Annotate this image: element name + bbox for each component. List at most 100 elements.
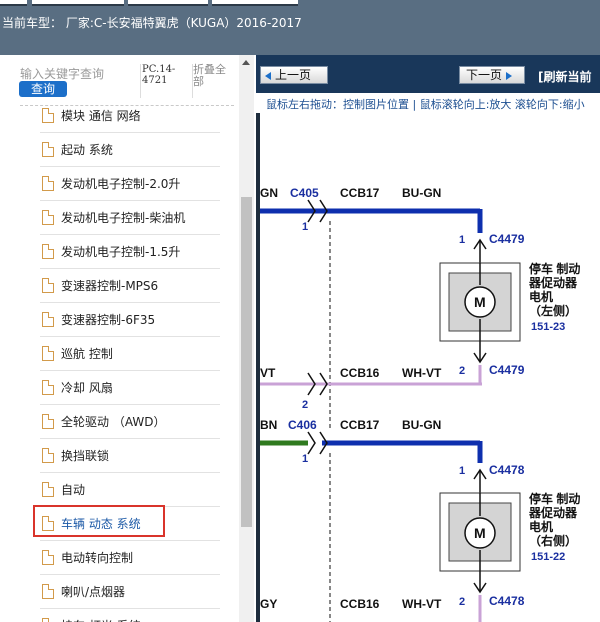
pin-number: 1	[459, 234, 465, 246]
component-title: 器促动器	[528, 505, 578, 520]
top-bar: 当前车型： 厂家:C-长安福特翼虎（KUGA）2016-2017	[0, 0, 600, 55]
hint-bar: 鼠标左右拖动：控制图片位置 | 鼠标滚轮向上:放大 滚轮向下:缩小	[256, 93, 600, 113]
wire-color: BU-GN	[402, 418, 441, 432]
top-tab-4[interactable]	[212, 0, 298, 6]
next-page-label: 下一页	[466, 68, 503, 82]
wire-color: BU-GN	[402, 186, 441, 200]
tree-item[interactable]: 车辆 动态 系统	[33, 505, 220, 541]
search-input[interactable]	[20, 66, 138, 82]
pc-code-label: PC.14-4721	[140, 64, 190, 98]
arrow-left-icon	[265, 71, 271, 80]
current-car-model: 当前车型： 厂家:C-长安福特翼虎（KUGA）2016-2017	[2, 16, 302, 30]
tree-item[interactable]: 变速器控制-MPS6	[40, 269, 220, 303]
tree-item[interactable]: 电动转向控制	[40, 541, 220, 575]
left-panel: 查询 PC.14-4721 折叠全部 模块 通信 网络起动 系统发动机电子控制-…	[0, 55, 256, 622]
document-icon	[42, 108, 54, 123]
connector-id: C4479	[489, 232, 525, 246]
tree-item[interactable]: 冷却 风扇	[40, 371, 220, 405]
tree-item[interactable]: 变速器控制-6F35	[40, 303, 220, 337]
tree-item-label: 换挡联锁	[61, 449, 110, 463]
tree-item[interactable]: 模块 通信 网络	[40, 99, 220, 133]
wire-color: WH-VT	[402, 366, 442, 380]
connector-id: C4478	[489, 594, 525, 608]
top-tab-3[interactable]	[128, 0, 208, 6]
document-icon	[42, 448, 54, 463]
top-tab-1[interactable]	[0, 0, 27, 6]
circuit-id: CCB17	[340, 418, 380, 432]
query-button[interactable]: 查询	[19, 81, 67, 97]
top-tab-strip	[0, 0, 300, 8]
arrow-up-icon[interactable]	[242, 60, 250, 65]
pin-number: 2	[302, 399, 308, 411]
component-title: 器促动器	[528, 275, 578, 290]
mouse-hint: 鼠标左右拖动：控制图片位置 | 鼠标滚轮向上:放大 滚轮向下:缩小	[266, 98, 585, 111]
next-page-button[interactable]: 下一页	[459, 66, 525, 84]
tree-item[interactable]: 自动	[40, 473, 220, 507]
tree-item[interactable]: 挂车 灯光 系统	[40, 609, 220, 622]
wire-color: GY	[260, 597, 277, 611]
tree-item-label: 全轮驱动 （AWD）	[61, 415, 166, 429]
circuit-id: CCB16	[340, 366, 380, 380]
motor-label: M	[474, 294, 486, 310]
document-icon	[42, 380, 54, 395]
document-icon	[42, 414, 54, 429]
document-icon	[42, 244, 54, 259]
diagram-viewer: 上一页 下一页 [刷新当前 鼠标左右拖动：控制图片位置 | 鼠标滚轮向上:放大 …	[256, 55, 600, 622]
connector-id: C4478	[489, 463, 525, 477]
wire-color: VT	[260, 366, 276, 380]
document-icon	[42, 312, 54, 327]
tree-item-label: 起动 系统	[61, 143, 113, 157]
tree-item-label: 巡航 控制	[61, 347, 113, 361]
refresh-current-link[interactable]: [刷新当前	[538, 68, 592, 85]
pin-number: 1	[302, 453, 308, 465]
document-icon	[42, 550, 54, 565]
wire-color: GN	[260, 186, 278, 200]
wire-color: WH-VT	[402, 597, 442, 611]
component-title: 电机	[529, 289, 553, 304]
page-reference: 151-23	[531, 321, 565, 333]
tree-item[interactable]: 换挡联锁	[40, 439, 220, 473]
document-icon	[42, 482, 54, 497]
motor-label: M	[474, 525, 486, 541]
prev-page-label: 上一页	[275, 68, 312, 82]
document-icon	[42, 584, 54, 599]
tree-item[interactable]: 巡航 控制	[40, 337, 220, 371]
wire-color: BN	[260, 418, 277, 432]
connector-id: C405	[290, 186, 319, 200]
circuit-id: CCB16	[340, 597, 380, 611]
top-tab-2[interactable]	[32, 0, 124, 6]
selection-highlight	[33, 505, 165, 537]
pin-number: 1	[302, 221, 308, 233]
circuit-id: CCB17	[340, 186, 380, 200]
document-icon	[42, 278, 54, 293]
connector-id: C4479	[489, 363, 525, 377]
scrollbar-thumb[interactable]	[241, 197, 252, 527]
document-icon	[42, 346, 54, 361]
tree-item-label: 变速器控制-MPS6	[61, 279, 159, 293]
component-side: （左侧）	[529, 303, 577, 318]
document-icon	[42, 176, 54, 191]
connector-arrow-icon	[307, 431, 316, 455]
component-title: 电机	[529, 519, 553, 534]
collapse-all-button[interactable]: 折叠全部	[192, 64, 236, 98]
tree-item[interactable]: 发动机电子控制-柴油机	[40, 201, 220, 235]
viewer-nav-bar: 上一页 下一页 [刷新当前	[256, 55, 600, 93]
component-side: （右侧）	[529, 533, 577, 548]
wiring-diagram-svg: GN C405 1 CCB17 BU-GN 1 C4479 M 2 C4479 …	[260, 186, 580, 622]
tree-item[interactable]: 发动机电子控制-2.0升	[40, 167, 220, 201]
tree-item-label: 模块 通信 网络	[61, 109, 141, 123]
document-icon	[42, 142, 54, 157]
tree-item[interactable]: 起动 系统	[40, 133, 220, 167]
tree-item-label: 变速器控制-6F35	[61, 313, 156, 327]
pin-number: 2	[459, 596, 465, 608]
tree-item[interactable]: 发动机电子控制-1.5升	[40, 235, 220, 269]
tree-item-label: 挂车 灯光 系统	[61, 617, 141, 622]
component-title: 停车 制动	[529, 491, 580, 506]
wiring-diagram[interactable]: GN C405 1 CCB17 BU-GN 1 C4479 M 2 C4479 …	[260, 113, 600, 622]
tree-item[interactable]: 喇叭/点烟器	[40, 575, 220, 609]
tree-item-label: 自动	[61, 483, 86, 497]
tree-item[interactable]: 全轮驱动 （AWD）	[40, 405, 220, 439]
diagram-section-top: GN C405 1 CCB17 BU-GN 1 C4479 M 2 C4479 …	[260, 186, 580, 431]
tree-item-label: 电动转向控制	[61, 551, 134, 565]
prev-page-button[interactable]: 上一页	[260, 66, 328, 84]
